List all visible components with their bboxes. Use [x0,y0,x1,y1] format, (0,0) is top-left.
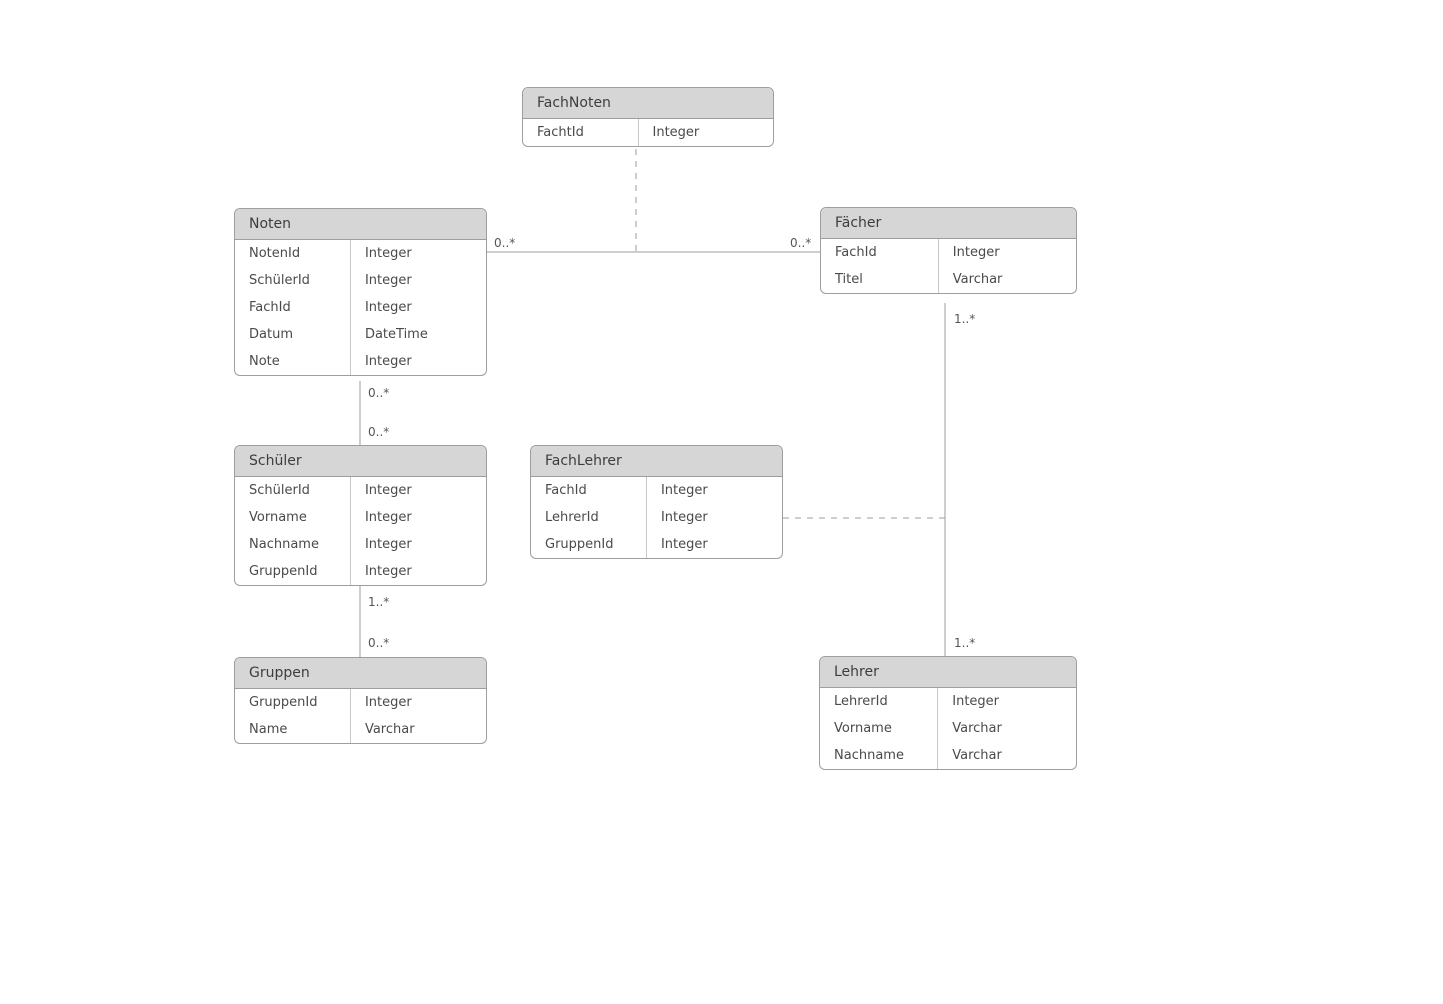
attr-name: FachId [235,294,350,321]
attr-name: FachId [531,477,646,504]
attr-name: FachId [821,239,938,266]
entity-title: Gruppen [235,658,486,689]
attr-type: Integer [646,477,782,504]
attr-type: Integer [350,531,486,558]
attr-name: LehrerId [820,688,938,715]
attr-type: Integer [350,348,486,375]
multiplicity-label: 1..* [368,595,389,609]
attr-type: Integer [350,504,486,531]
attr-type: Integer [350,267,486,294]
entity-noten: Noten NotenId Integer SchülerId Integer … [234,208,487,376]
entity-title: Noten [235,209,486,240]
attr-type: Integer [350,689,486,716]
table-row: LehrerId Integer [820,688,1076,715]
entity-title: Fächer [821,208,1076,239]
attr-type: Integer [350,477,486,504]
attr-name: FachtId [523,119,638,146]
attr-name: SchülerId [235,267,350,294]
entity-gruppen: Gruppen GruppenId Integer Name Varchar [234,657,487,744]
attr-name: Nachname [820,742,938,769]
attr-name: Vorname [820,715,938,742]
attr-name: Titel [821,266,938,293]
table-row: FachtId Integer [523,119,773,146]
table-row: Name Varchar [235,716,486,743]
entity-title: Schüler [235,446,486,477]
attr-type: Varchar [350,716,486,743]
entity-title: Lehrer [820,657,1076,688]
attr-type: Integer [350,558,486,585]
table-row: Note Integer [235,348,486,375]
attr-type: Varchar [938,715,1076,742]
attr-name: Name [235,716,350,743]
attr-type: Integer [350,240,486,267]
attr-type: Integer [638,119,773,146]
attr-type: Integer [646,504,782,531]
table-row: FachId Integer [235,294,486,321]
attr-type: Varchar [938,742,1076,769]
attr-name: GruppenId [531,531,646,558]
table-row: Nachname Integer [235,531,486,558]
table-row: FachId Integer [531,477,782,504]
entity-title: FachLehrer [531,446,782,477]
attr-name: NotenId [235,240,350,267]
table-row: Datum DateTime [235,321,486,348]
attr-name: GruppenId [235,689,350,716]
attr-name: Datum [235,321,350,348]
table-row: FachId Integer [821,239,1076,266]
attr-name: LehrerId [531,504,646,531]
multiplicity-label: 1..* [954,636,975,650]
multiplicity-label: 0..* [368,386,389,400]
multiplicity-label: 0..* [368,636,389,650]
attr-name: Nachname [235,531,350,558]
attr-type: Varchar [938,266,1076,293]
table-row: Vorname Integer [235,504,486,531]
table-row: SchülerId Integer [235,477,486,504]
table-row: Titel Varchar [821,266,1076,293]
entity-fachnoten: FachNoten FachtId Integer [522,87,774,147]
entity-fachlehrer: FachLehrer FachId Integer LehrerId Integ… [530,445,783,559]
table-row: NotenId Integer [235,240,486,267]
entity-title: FachNoten [523,88,773,119]
attr-type: Integer [938,239,1076,266]
table-row: SchülerId Integer [235,267,486,294]
multiplicity-label: 0..* [790,236,811,250]
attr-type: Integer [350,294,486,321]
table-row: GruppenId Integer [235,558,486,585]
attr-name: Vorname [235,504,350,531]
table-row: LehrerId Integer [531,504,782,531]
attr-type: Integer [938,688,1076,715]
table-row: GruppenId Integer [531,531,782,558]
multiplicity-label: 0..* [494,236,515,250]
attr-name: Note [235,348,350,375]
table-row: Nachname Varchar [820,742,1076,769]
attr-name: GruppenId [235,558,350,585]
attr-name: SchülerId [235,477,350,504]
attr-type: DateTime [350,321,486,348]
attr-type: Integer [646,531,782,558]
multiplicity-label: 1..* [954,312,975,326]
table-row: Vorname Varchar [820,715,1076,742]
entity-faecher: Fächer FachId Integer Titel Varchar [820,207,1077,294]
table-row: GruppenId Integer [235,689,486,716]
er-diagram: FachNoten FachtId Integer Noten NotenId … [0,0,1443,1004]
multiplicity-label: 0..* [368,425,389,439]
entity-lehrer: Lehrer LehrerId Integer Vorname Varchar … [819,656,1077,770]
entity-schueler: Schüler SchülerId Integer Vorname Intege… [234,445,487,586]
